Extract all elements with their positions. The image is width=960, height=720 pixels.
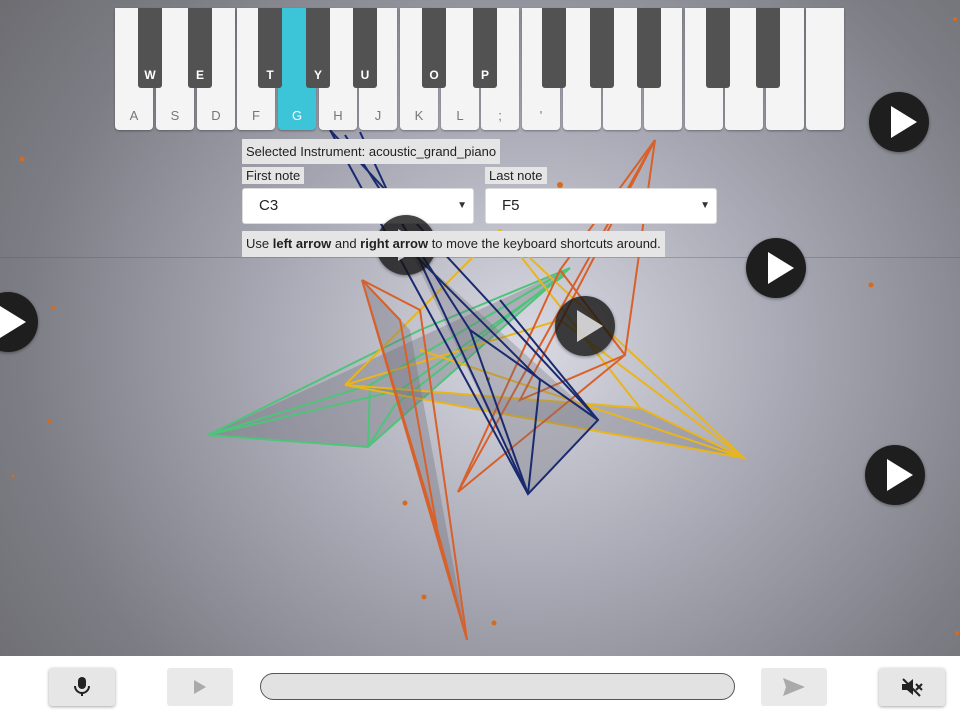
microphone-icon [74, 677, 90, 696]
black-key-t[interactable]: T [258, 8, 282, 88]
last-note-select[interactable]: F5 ▼ [485, 188, 717, 224]
black-key-p[interactable]: P [473, 8, 497, 88]
last-note-label: Last note [485, 167, 547, 184]
particle [491, 620, 497, 626]
play-button-bottom-right[interactable] [865, 445, 925, 505]
black-key-u[interactable]: U [353, 8, 377, 88]
piano-keyboard: A S D F G H J K L ; ' W E T Y U O P [115, 8, 846, 132]
particle [953, 17, 957, 21]
black-key-w[interactable]: W [138, 8, 162, 88]
black-key[interactable] [637, 8, 661, 88]
mute-button[interactable] [879, 668, 945, 706]
first-note-value: C3 [259, 197, 279, 214]
black-key[interactable] [706, 8, 730, 88]
play-button-center[interactable] [555, 296, 615, 356]
chevron-down-icon: ▼ [457, 200, 467, 211]
play-button[interactable] [167, 668, 233, 706]
play-icon [194, 680, 206, 694]
black-key-e[interactable]: E [188, 8, 212, 88]
first-note-label: First note [242, 167, 305, 184]
last-note-value: F5 [502, 197, 520, 214]
black-key[interactable] [590, 8, 614, 88]
first-note-select[interactable]: C3 ▼ [242, 188, 474, 224]
particle [11, 474, 15, 478]
send-icon [783, 678, 805, 696]
send-button[interactable] [761, 668, 827, 706]
play-button-right[interactable] [746, 238, 806, 298]
chevron-down-icon: ▼ [700, 200, 710, 211]
white-key[interactable] [806, 8, 844, 130]
play-button-top-right[interactable] [869, 92, 929, 152]
selected-instrument-label: Selected Instrument: acoustic_grand_pian… [242, 139, 501, 164]
particle [19, 156, 25, 162]
particle [421, 594, 427, 600]
black-key[interactable] [542, 8, 566, 88]
visualizer-stage: A S D F G H J K L ; ' W E T Y U O P Sele… [0, 0, 960, 656]
black-key-y[interactable]: Y [306, 8, 330, 88]
microphone-button[interactable] [49, 668, 115, 706]
keyboard-shortcut-hint: Use left arrow and right arrow to move t… [242, 231, 665, 257]
particle [47, 419, 51, 423]
particle [51, 306, 55, 310]
black-key-o[interactable]: O [422, 8, 446, 88]
particle [402, 500, 408, 506]
black-key[interactable] [756, 8, 780, 88]
particle [868, 282, 874, 288]
text-input-bar[interactable] [260, 673, 735, 700]
volume-mute-icon [902, 678, 923, 697]
particle [955, 631, 959, 635]
